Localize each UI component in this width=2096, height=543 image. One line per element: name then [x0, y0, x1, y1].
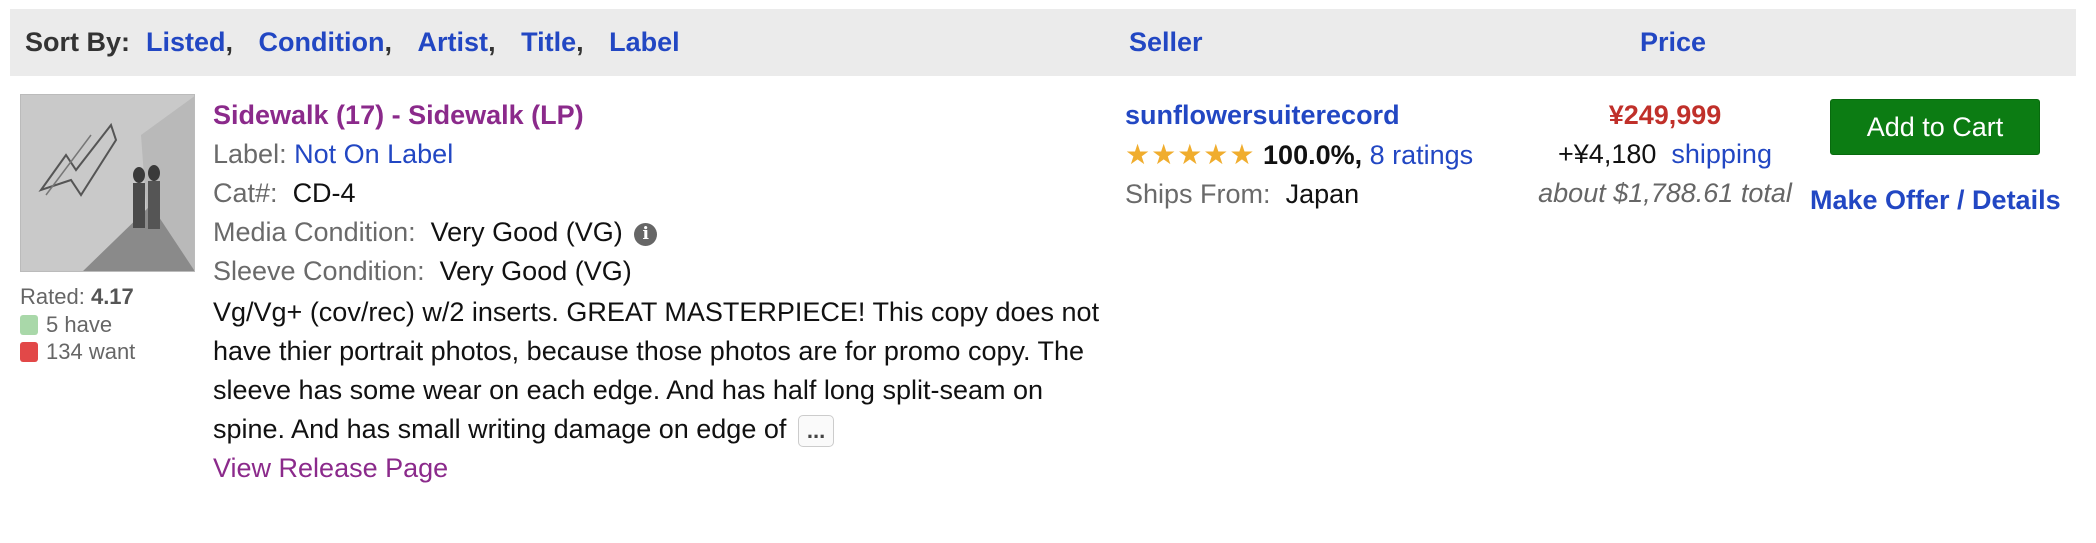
view-release-link[interactable]: View Release Page — [213, 453, 448, 483]
sort-label-link[interactable]: Label — [609, 27, 680, 57]
sort-by-label: Sort By: — [25, 27, 131, 57]
seller-info: sunflowersuiterecord ★★★★★ 100.0%, 8 rat… — [1125, 96, 1473, 214]
community-rating: Rated: 4.17 — [20, 284, 134, 310]
item-comments: Vg/Vg+ (cov/rec) w/2 inserts. GREAT MAST… — [213, 293, 1113, 449]
sort-artist-link[interactable]: Artist — [418, 27, 489, 57]
label-value-link[interactable]: Not On Label — [294, 139, 453, 169]
add-to-cart-button[interactable]: Add to Cart — [1830, 99, 2040, 155]
rated-label: Rated: — [20, 284, 85, 309]
sort-listed-link[interactable]: Listed — [146, 27, 226, 57]
ships-from-value: Japan — [1285, 179, 1360, 209]
total-price: about $1,788.61 total — [1538, 178, 1792, 208]
ships-from-label: Ships From: — [1125, 179, 1271, 209]
show-more-button[interactable]: ... — [797, 414, 835, 447]
seller-ratings-link[interactable]: 8 ratings — [1370, 140, 1474, 170]
seller-rating-percent: 100.0%, — [1263, 140, 1363, 170]
sort-header-bar: Sort By: Listed, Condition, Artist, Titl… — [10, 9, 2076, 76]
shipping-amount: +¥4,180 — [1558, 139, 1657, 169]
info-icon[interactable]: i — [634, 223, 658, 246]
sleeve-condition-value: Very Good (VG) — [439, 256, 632, 286]
want-swatch-icon — [20, 342, 38, 362]
make-offer-details-link[interactable]: Make Offer / Details — [1810, 185, 2061, 216]
item-price: ¥249,999 — [1608, 100, 1722, 130]
sort-price-link[interactable]: Price — [1640, 27, 1706, 58]
sleeve-condition-label: Sleeve Condition: — [213, 256, 425, 286]
marketplace-listing: Sort By: Listed, Condition, Artist, Titl… — [0, 0, 2096, 543]
sort-title-link[interactable]: Title — [521, 27, 576, 57]
have-count[interactable]: 5 have — [20, 312, 112, 338]
release-cover-image[interactable] — [20, 94, 195, 272]
cat-label: Cat#: — [213, 178, 278, 208]
item-details: Sidewalk (17) - Sidewalk (LP) Label: Not… — [213, 96, 1113, 488]
media-condition-value: Very Good (VG) — [430, 217, 623, 247]
label-label: Label: — [213, 139, 287, 169]
sort-seller-link[interactable]: Seller — [1129, 27, 1203, 58]
have-swatch-icon — [20, 315, 38, 335]
cat-value: CD-4 — [292, 178, 356, 208]
rated-value: 4.17 — [90, 284, 134, 309]
shipping-link[interactable]: shipping — [1671, 139, 1772, 169]
comments-text: Vg/Vg+ (cov/rec) w/2 inserts. GREAT MAST… — [213, 297, 1100, 444]
price-info: ¥249,999 +¥4,180 shipping about $1,788.6… — [1535, 96, 1795, 213]
seller-name-link[interactable]: sunflowersuiterecord — [1125, 100, 1400, 130]
item-title-link[interactable]: Sidewalk (17) - Sidewalk (LP) — [213, 100, 584, 130]
want-label: 134 want — [46, 339, 136, 364]
sort-condition-link[interactable]: Condition — [259, 27, 385, 57]
media-condition-label: Media Condition: — [213, 217, 416, 247]
star-rating-icon: ★★★★★ — [1125, 139, 1256, 170]
have-label: 5 have — [46, 312, 113, 337]
sort-links: Listed, Condition, Artist, Title, Label — [146, 27, 680, 57]
want-count[interactable]: 134 want — [20, 339, 135, 365]
